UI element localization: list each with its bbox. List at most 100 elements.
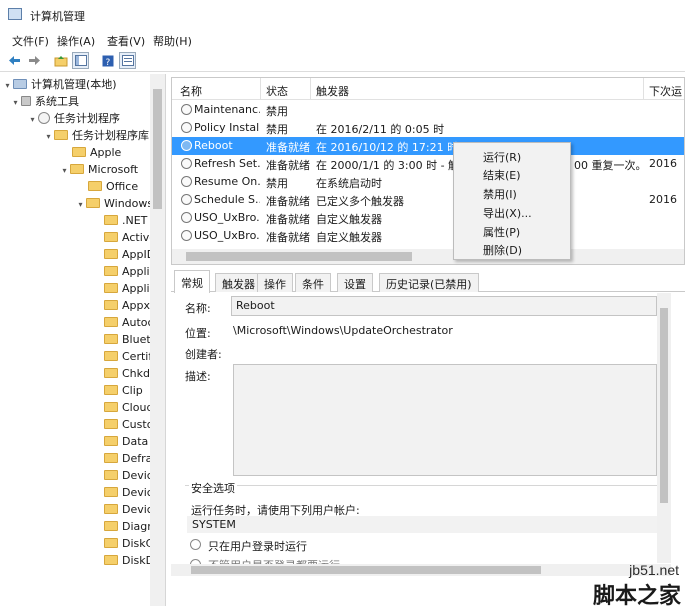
tree-folder-item[interactable]: Autoc [104, 314, 154, 331]
tree-folder-item[interactable]: Applic [104, 280, 156, 297]
tree-root[interactable]: ▾ 计算机管理(本地) [2, 76, 116, 94]
tree-folder-item[interactable]: Diagr [104, 518, 152, 535]
tree-folder-item[interactable]: Applic [104, 263, 156, 280]
description-field[interactable] [233, 364, 657, 476]
tree-folder-item[interactable]: Data [104, 433, 148, 450]
table-row[interactable]: Resume On...禁用在系统启动时 [172, 173, 684, 191]
help-icon[interactable]: ? [99, 52, 116, 69]
col-name[interactable]: 名称 [180, 83, 202, 99]
scroll-thumb[interactable] [153, 89, 162, 209]
folder-icon [104, 334, 118, 344]
col-status[interactable]: 状态 [266, 83, 288, 99]
navigation-tree: ▾ 计算机管理(本地) ▾ 系统工具 ▾ 任务计划程序 ▾ 任务计划程序库 Apple … [0, 74, 166, 606]
folder-icon [104, 538, 118, 548]
back-arrow-icon[interactable] [6, 52, 23, 69]
show-tree-icon[interactable] [72, 52, 89, 69]
context-menu: 运行(R) 结束(E) 禁用(I) 导出(X)... 属性(P) 删除(D) [453, 142, 571, 260]
list-hscrollbar[interactable] [172, 249, 684, 264]
table-row[interactable]: USO_UxBro... 准备就绪 自定义触发器 [172, 227, 684, 245]
collapse-icon[interactable]: ▾ [59, 162, 70, 179]
task-clock-icon [181, 140, 192, 151]
tab-conditions[interactable]: 条件 [295, 273, 331, 292]
folder-icon [104, 504, 118, 514]
tree-folder-item[interactable]: Certif [104, 348, 152, 365]
tree-office[interactable]: Office [88, 178, 138, 195]
location-value: \Microsoft\Windows\UpdateOrchestrator [233, 324, 453, 337]
tree-folder-item[interactable]: Active [104, 229, 156, 246]
collapse-icon[interactable]: ▾ [27, 111, 38, 128]
collapse-icon[interactable]: ▾ [75, 196, 86, 213]
table-row[interactable]: Reboot 准备就绪在 2016/10/12 的 17:21 时 [172, 137, 684, 155]
menu-help[interactable]: 帮助(H) [153, 33, 192, 49]
menu-view[interactable]: 查看(V) [107, 33, 145, 49]
menu-export[interactable]: 导出(X)... [483, 205, 532, 221]
folder-icon [72, 147, 86, 157]
title-bar: 计算机管理 [0, 0, 685, 30]
tab-triggers[interactable]: 触发器 [215, 273, 262, 292]
collapse-icon[interactable]: ▾ [10, 94, 21, 111]
table-row[interactable]: Maintenanc... 禁用 [172, 101, 684, 119]
forward-arrow-icon[interactable] [26, 52, 43, 69]
detail-tabs: 常规 触发器 操作 条件 设置 历史记录(已禁用) [171, 270, 685, 293]
cell-status: 准备就绪 [266, 231, 310, 244]
folder-icon [54, 130, 68, 140]
tree-folder-item[interactable]: Devic [104, 467, 153, 484]
table-row[interactable]: Refresh Set...准备就绪在 2000/1/1 的 3:00 时 - … [172, 155, 684, 173]
tree-folder-item[interactable]: AppID [104, 246, 155, 263]
detail-scrollbar[interactable] [657, 293, 671, 563]
tab-settings[interactable]: 设置 [337, 273, 373, 292]
menu-file[interactable]: 文件(F) [12, 33, 49, 49]
folder-icon [104, 266, 118, 276]
col-next-run[interactable]: 下次运 [649, 83, 682, 99]
tree-windows[interactable]: ▾ Windows [75, 195, 153, 212]
tree-folder-item[interactable]: Devic [104, 501, 153, 518]
tree-microsoft[interactable]: ▾ Microsoft [59, 161, 138, 178]
collapse-icon[interactable]: ▾ [43, 128, 54, 145]
tab-history[interactable]: 历史记录(已禁用) [379, 273, 479, 292]
menu-delete[interactable]: 删除(D) [483, 242, 522, 258]
radio-logged-on-label: 只在用户登录时运行 [208, 540, 307, 553]
tab-actions[interactable]: 操作 [257, 273, 293, 292]
description-label: 描述: [185, 370, 211, 383]
tree-scrollbar[interactable] [150, 74, 165, 606]
scroll-thumb[interactable] [191, 566, 541, 574]
menu-action[interactable]: 操作(A) [57, 33, 95, 49]
menu-run[interactable]: 运行(R) [483, 149, 521, 165]
tree-task-library[interactable]: ▾ 任务计划程序库 [43, 127, 149, 144]
col-trigger[interactable]: 触发器 [316, 83, 349, 99]
tree-task-scheduler[interactable]: ▾ 任务计划程序 [27, 110, 120, 127]
tree-system-tools[interactable]: ▾ 系统工具 [10, 93, 79, 110]
author-label: 创建者: [185, 348, 222, 361]
scroll-thumb[interactable] [186, 252, 412, 261]
up-folder-icon[interactable] [52, 52, 69, 69]
menu-disable[interactable]: 禁用(I) [483, 186, 517, 202]
menu-end[interactable]: 结束(E) [483, 167, 521, 183]
scroll-thumb[interactable] [660, 308, 668, 503]
folder-icon [104, 300, 118, 310]
cell-trigger: 在 2016/2/11 的 0:05 时 [316, 123, 445, 136]
menu-properties[interactable]: 属性(P) [483, 224, 520, 240]
table-row[interactable]: Schedule S... 准备就绪 已定义多个触发器 2016 [172, 191, 684, 209]
tree-folder-item[interactable]: Defra [104, 450, 152, 467]
name-field[interactable]: Reboot [231, 296, 657, 316]
radio-logged-on[interactable] [190, 539, 201, 550]
tree-folder-item[interactable]: Cloud [104, 399, 153, 416]
tree-apple[interactable]: Apple [72, 144, 121, 161]
tree-folder-item[interactable]: .NET [104, 212, 147, 229]
folder-icon [104, 368, 118, 378]
tree-folder-item[interactable]: Chkd [104, 365, 150, 382]
task-clock-icon [181, 104, 192, 115]
tree-folder-item[interactable]: Custo [104, 416, 153, 433]
task-list: 名称 状态 触发器 下次运 Maintenanc...禁用Policy Inst… [171, 77, 685, 265]
collapse-icon[interactable]: ▾ [2, 77, 13, 94]
properties-icon[interactable] [119, 52, 136, 69]
cell-name: USO_UxBro... [194, 229, 260, 242]
table-row[interactable]: USO_UxBro... 准备就绪 自定义触发器 [172, 209, 684, 227]
tab-general[interactable]: 常规 [174, 270, 210, 293]
tree-folder-item[interactable]: DiskD [104, 552, 154, 569]
table-row[interactable]: Policy Install 禁用 在 2016/2/11 的 0:05 时 [172, 119, 684, 137]
tree-folder-item[interactable]: Clip [104, 382, 143, 399]
tree-folder-item[interactable]: Devic [104, 484, 153, 501]
tree-folder-item[interactable]: Appx [104, 297, 150, 314]
tree-folder-item[interactable]: DiskC [104, 535, 153, 552]
